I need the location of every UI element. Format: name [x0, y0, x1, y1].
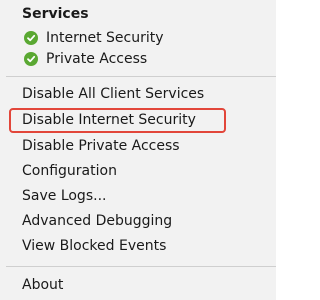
menu-separator [6, 76, 276, 77]
menu-item-disable-all-client-services[interactable]: Disable All Client Services [22, 84, 204, 104]
status-label: Private Access [46, 51, 148, 67]
menu-item-advanced-debugging[interactable]: Advanced Debugging [22, 211, 172, 231]
services-section-title: Services [22, 6, 89, 22]
context-menu: Services Internet Security Private Acces… [0, 0, 276, 300]
menu-item-configuration[interactable]: Configuration [22, 161, 117, 181]
status-label: Internet Security [46, 30, 164, 46]
menu-item-view-blocked-events[interactable]: View Blocked Events [22, 236, 166, 256]
menu-item-about[interactable]: About [22, 275, 63, 295]
menu-item-disable-internet-security[interactable]: Disable Internet Security [22, 110, 196, 130]
menu-item-save-logs[interactable]: Save Logs... [22, 186, 106, 206]
menu-separator [6, 266, 276, 267]
status-private-access: Private Access [22, 49, 147, 69]
status-internet-security: Internet Security [22, 28, 164, 48]
check-circle-icon [24, 52, 38, 66]
check-circle-icon [24, 31, 38, 45]
menu-item-disable-private-access[interactable]: Disable Private Access [22, 136, 180, 156]
